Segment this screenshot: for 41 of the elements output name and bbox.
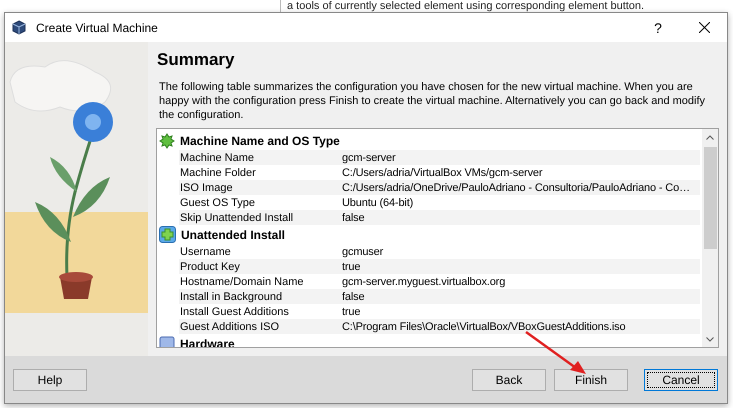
property-value: gcm-server — [342, 152, 396, 164]
property-value: true — [342, 260, 360, 272]
dialog-button[interactable]: Back — [472, 368, 546, 390]
description-text: The following table summarizes the configuration you have chosen for the new virtual machine. When you are happy with the configuration press Finish to create the virtual machine. Alternatively you can go back and modify the configuration. — [159, 80, 706, 122]
add-icon — [159, 226, 176, 243]
property-label: Install in Background — [179, 290, 284, 302]
property-label: Skip Unattended Install — [179, 212, 294, 224]
annotation-arrow — [524, 330, 588, 376]
property-label: Hostname/Domain Name — [179, 276, 304, 288]
window-title: Create Virtual Machine — [36, 20, 159, 34]
property-value: C:/Users/adria/OneDrive/PauloAdriano - Consultoria/PauloAdriano - Co… — [342, 182, 690, 194]
scroll-down-icon — [706, 336, 714, 342]
chip-icon — [159, 336, 175, 347]
property-label: Machine Folder — [179, 166, 257, 178]
property-value: C:\Program Files\Oracle\VirtualBox/VBoxGuestAdditions.iso — [342, 320, 626, 332]
section-title: Unattended Install — [181, 228, 286, 242]
close-icon — [698, 22, 710, 33]
property-value: Ubuntu (64-bit) — [342, 196, 414, 208]
property-value: gcmuser — [342, 246, 384, 258]
document-text: a tools of currently selected element using corresponding element button. — [286, 0, 644, 12]
page-heading: Summary — [157, 50, 236, 70]
property-value: C:/Users/adria/VirtualBox VMs/gcm-server — [342, 166, 542, 178]
section-title: Machine Name and OS Type — [180, 134, 340, 148]
property-value: true — [342, 306, 360, 318]
property-label: Install Guest Additions — [179, 306, 290, 318]
property-value: false — [342, 212, 364, 224]
property-value: false — [342, 290, 364, 302]
property-label: ISO Image — [179, 182, 234, 194]
dialog-button[interactable]: Finish — [554, 368, 628, 390]
help-button[interactable]: ? — [635, 13, 681, 42]
property-value: gcm-server.myguest.virtualbox.org — [342, 276, 506, 288]
dialog-button[interactable]: Help — [13, 368, 87, 390]
scrollbar[interactable] — [702, 129, 718, 347]
property-label: Guest Additions ISO — [179, 320, 280, 332]
property-label: Machine Name — [179, 152, 255, 164]
property-label: Guest OS Type — [179, 196, 256, 208]
property-label: Product Key — [179, 260, 241, 272]
scroll-up-icon — [706, 134, 714, 140]
dialog-button[interactable]: Cancel — [644, 368, 718, 390]
cube-logo-icon — [12, 20, 26, 35]
property-label: Username — [179, 246, 232, 258]
